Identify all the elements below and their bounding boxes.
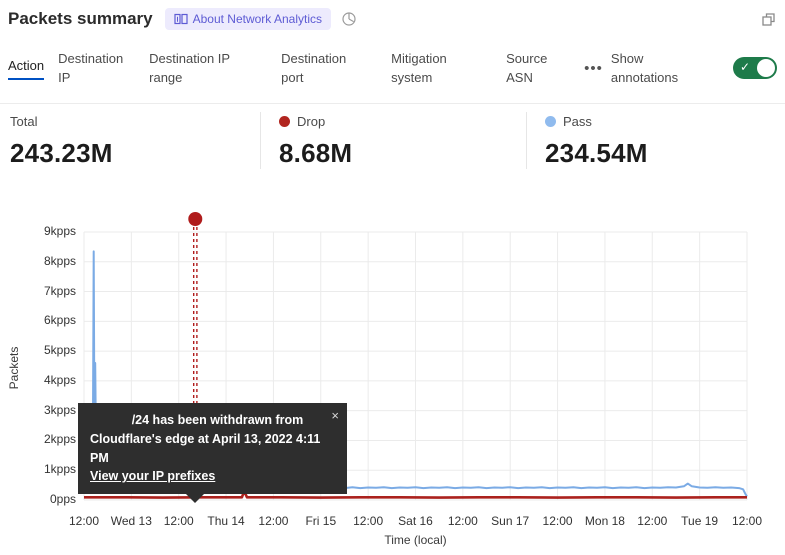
- tab-mitigation-system[interactable]: Mitigation system: [391, 49, 469, 87]
- close-icon[interactable]: ×: [331, 406, 339, 426]
- check-icon: ✓: [740, 60, 750, 74]
- drop-legend-dot: [279, 116, 290, 127]
- badge-label: About Network Analytics: [193, 12, 322, 26]
- y-tick-label: 4kpps: [0, 373, 76, 387]
- pass-legend-dot: [545, 116, 556, 127]
- annotation-marker: [188, 212, 202, 226]
- page-title: Packets summary: [8, 9, 153, 29]
- y-tick-label: 0pps: [0, 492, 76, 506]
- stat-label: Pass: [563, 114, 592, 129]
- header-divider: [0, 103, 785, 104]
- book-icon: [174, 13, 188, 25]
- tab-bar: Action Destination IP Destination IP ran…: [8, 40, 777, 96]
- tab-destination-ip-range[interactable]: Destination IP range: [149, 49, 244, 87]
- expand-panel-icon[interactable]: [760, 11, 777, 28]
- y-tick-label: 2kpps: [0, 432, 76, 446]
- tooltip-arrow: [186, 494, 204, 503]
- y-tick-label: 5kpps: [0, 343, 76, 357]
- y-tick-label: 1kpps: [0, 462, 76, 476]
- pie-chart-icon[interactable]: [341, 11, 357, 27]
- tab-destination-port[interactable]: Destination port: [281, 49, 359, 87]
- y-tick-label: 6kpps: [0, 313, 76, 327]
- stat-pass: Pass 234.54M: [526, 112, 775, 169]
- more-options-button[interactable]: •••: [584, 60, 603, 77]
- packets-chart: Packets 0pps1kpps2kpps3kpps4kpps5kpps6kp…: [0, 212, 785, 555]
- x-axis-title: Time (local): [84, 533, 747, 547]
- stat-value: 8.68M: [279, 138, 516, 169]
- stats-row: Total 243.23M Drop 8.68M Pass 234.54M: [10, 112, 775, 169]
- y-tick-label: 8kpps: [0, 254, 76, 268]
- tab-source-asn[interactable]: Source ASN: [506, 49, 558, 87]
- show-annotations-label: Show annotations: [611, 49, 695, 87]
- y-tick-label: 3kpps: [0, 403, 76, 417]
- tab-action[interactable]: Action: [8, 56, 44, 80]
- stat-drop: Drop 8.68M: [260, 112, 526, 169]
- tooltip-text-line1: /24 has been withdrawn from: [90, 411, 335, 430]
- stat-label: Total: [10, 114, 37, 129]
- stat-label: Drop: [297, 114, 325, 129]
- toggle-knob: [757, 59, 775, 77]
- panel-header: Packets summary About Network Analytics: [8, 8, 777, 30]
- x-tick-label: 12:00: [712, 514, 782, 528]
- y-tick-label: 7kpps: [0, 284, 76, 298]
- tooltip-text-line2: Cloudflare's edge at April 13, 2022 4:11…: [90, 430, 335, 468]
- view-ip-prefixes-link[interactable]: View your IP prefixes: [90, 467, 215, 486]
- annotation-tooltip: × /24 has been withdrawn from Cloudflare…: [78, 403, 347, 494]
- show-annotations-toggle[interactable]: ✓: [733, 57, 777, 79]
- stat-total: Total 243.23M: [10, 112, 260, 169]
- y-tick-label: 9kpps: [0, 224, 76, 238]
- tab-destination-ip[interactable]: Destination IP: [58, 49, 130, 87]
- packets-summary-panel: Packets summary About Network Analytics: [0, 0, 785, 555]
- stat-value: 243.23M: [10, 138, 250, 169]
- about-network-analytics-badge[interactable]: About Network Analytics: [165, 8, 331, 30]
- stat-value: 234.54M: [545, 138, 765, 169]
